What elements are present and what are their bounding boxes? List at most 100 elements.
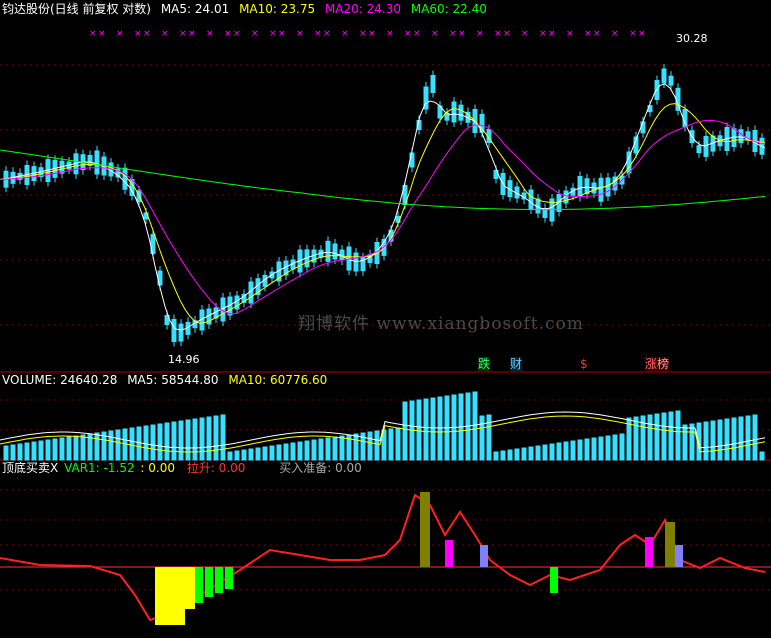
volume-bar-83 (584, 438, 590, 461)
signal-marker: × (134, 29, 142, 39)
signal-marker: × (593, 29, 601, 39)
volume-bar-23 (164, 422, 170, 461)
volume-bar-43 (304, 440, 310, 461)
volume-bar-36 (255, 447, 261, 461)
volume-bar-106 (745, 415, 751, 461)
volume-bar-102 (717, 419, 723, 461)
event-tag-die[interactable]: 跌 (478, 357, 491, 371)
indicator-bar-2 (195, 567, 203, 603)
volume-bar-34 (241, 449, 247, 461)
indicator-bar-3 (205, 567, 213, 597)
indicator-bar-8 (480, 545, 488, 567)
volume-bar-61 (430, 397, 436, 461)
volume-bar-22 (157, 423, 163, 461)
candle-body-65 (458, 104, 464, 121)
volume-bar-8 (59, 437, 65, 461)
signal-marker: × (296, 29, 304, 39)
signal-marker: × (494, 29, 502, 39)
volume-bar-67 (472, 391, 478, 461)
buy-ready-readout: 买入准备: 0.00 (279, 461, 362, 475)
event-tag-cai[interactable]: 财 (510, 357, 523, 371)
signal-marker: × (314, 29, 322, 39)
volume-bar-52 (367, 431, 373, 461)
signal-marker: × (476, 29, 484, 39)
volume-bar-31 (220, 414, 226, 461)
volume-bar-3 (24, 442, 30, 461)
volume-bar-69 (486, 414, 492, 461)
volume-bar-20 (143, 425, 149, 461)
signal-marker: × (359, 29, 367, 39)
indicator-bar-4 (215, 567, 223, 593)
ma20-readout: MA20: 24.30 (324, 2, 401, 16)
volume-bar-53 (374, 430, 380, 461)
volume-bar-29 (206, 416, 212, 461)
volume-bar-70 (493, 451, 499, 461)
volume-bar-2 (17, 443, 23, 461)
signal-marker: × (206, 29, 214, 39)
volume-bar-56 (395, 427, 401, 461)
volume-bar-0 (3, 445, 9, 461)
candle-body-85 (598, 177, 604, 202)
volume-bar-60 (423, 398, 429, 461)
indicator-bar-5 (225, 567, 233, 589)
candle-body-17 (122, 167, 128, 190)
volume-bar-78 (549, 443, 555, 461)
volume-bar-48 (339, 435, 345, 461)
volume-bar-41 (290, 442, 296, 461)
volume-bar-94 (661, 412, 667, 461)
volume-bar-86 (605, 435, 611, 461)
volume-bar-27 (192, 418, 198, 461)
ma10-readout: MA10: 23.75 (239, 2, 316, 16)
volume-bar-100 (703, 421, 709, 461)
volume-ma10-readout: MA10: 60776.60 (228, 373, 328, 387)
volume-bar-85 (598, 436, 604, 461)
candle-body-13 (94, 150, 100, 175)
signal-marker: × (539, 29, 547, 39)
volume-bar-7 (52, 438, 58, 461)
volume-bar-50 (353, 433, 359, 461)
volume-ma5-readout: MA5: 58544.80 (127, 373, 219, 387)
signal-marker: × (116, 29, 124, 39)
volume-bar-92 (647, 414, 653, 461)
event-tag-dollar[interactable]: $ (580, 357, 588, 371)
volume-bar-25 (178, 420, 184, 461)
volume-bar-75 (528, 446, 534, 461)
signal-marker: × (521, 29, 529, 39)
volume-bar-32 (227, 451, 233, 461)
event-tag-zhang[interactable]: 涨 (645, 357, 658, 371)
ma10-line (0, 103, 766, 324)
volume-bar-15 (108, 430, 114, 461)
volume-bar-18 (129, 427, 135, 461)
candle-body-50 (353, 252, 359, 272)
candle-body-61 (430, 75, 436, 93)
event-tag-bang[interactable]: 榜 (657, 357, 670, 371)
volume-bar-33 (234, 450, 240, 461)
ma5-line (0, 83, 766, 331)
volume-bar-30 (213, 415, 219, 461)
candle-body-64 (451, 101, 457, 123)
signal-marker: × (404, 29, 412, 39)
volume-bar-28 (199, 417, 205, 461)
lasheng-readout: 拉升: 0.00 (186, 461, 246, 475)
volume-bar-87 (612, 434, 618, 461)
signal-marker: × (233, 29, 241, 39)
volume-header: VOLUME: 24640.28 MA5: 58544.80 MA10: 607… (2, 373, 333, 387)
indicator-bar-12 (675, 545, 683, 567)
signal-marker: × (179, 29, 187, 39)
volume-bar-108 (759, 451, 765, 461)
volume-bar-16 (115, 429, 121, 461)
volume-bar-45 (318, 438, 324, 461)
volume-bar-105 (738, 416, 744, 461)
signal-marker: × (431, 29, 439, 39)
volume-bar-68 (479, 415, 485, 461)
volume-bar-104 (731, 417, 737, 461)
indicator-bar-0 (155, 567, 185, 625)
sep-readout: : 0.00 (140, 461, 175, 475)
volume-bar-35 (248, 448, 254, 461)
candle-body-91 (640, 121, 646, 134)
volume-bar-76 (535, 445, 541, 461)
candle-body-105 (738, 129, 744, 144)
main-chart-header: 钧达股份(日线 前复权 对数) MA5: 24.01 MA10: 23.75 M… (2, 2, 493, 16)
candle-body-86 (605, 177, 611, 197)
volume-bar-13 (94, 432, 100, 461)
